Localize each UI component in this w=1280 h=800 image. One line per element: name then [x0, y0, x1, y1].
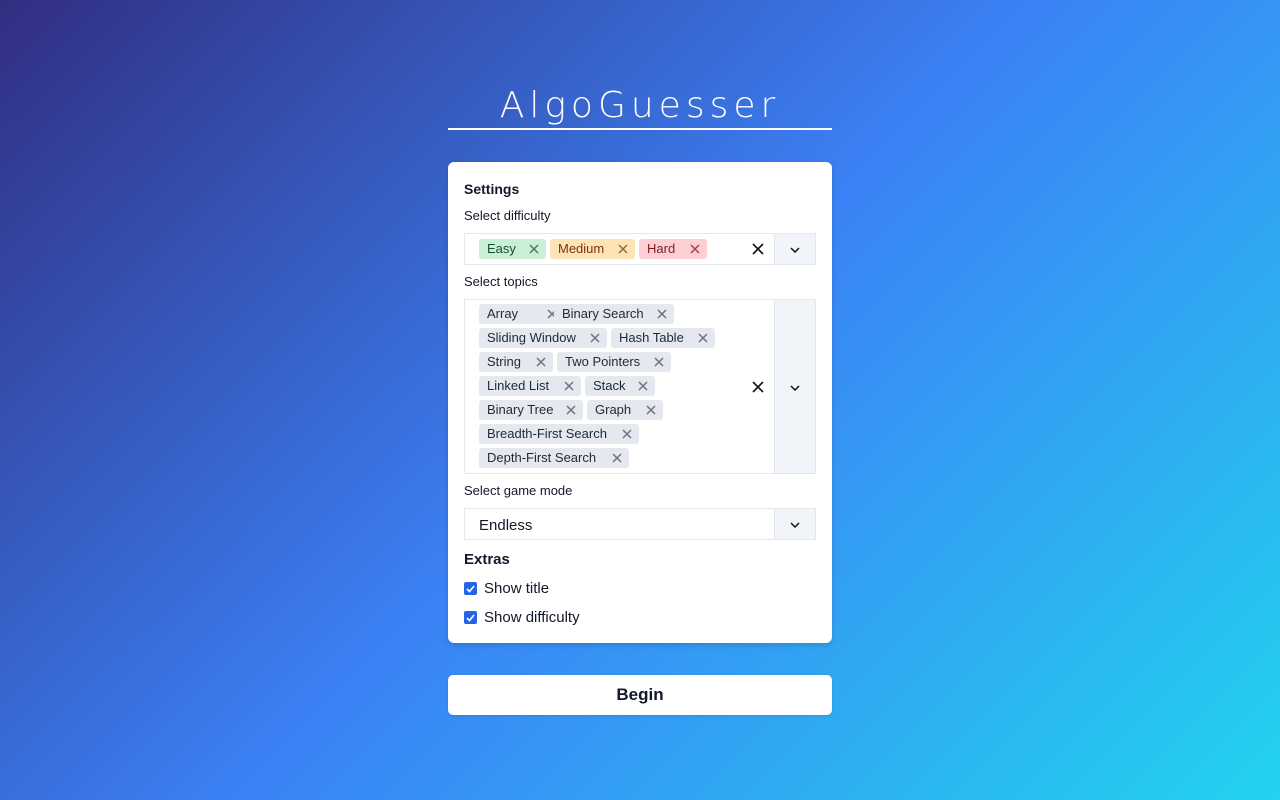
chevron-down-icon: [790, 240, 800, 258]
chip-label: Hard: [647, 241, 676, 256]
topic-chip: Sliding Window: [479, 328, 607, 348]
difficulty-chip-medium: Medium: [550, 239, 635, 259]
app-title: AlgoGuesser: [448, 84, 832, 130]
remove-topic-icon[interactable]: [631, 376, 655, 396]
chip-label: Array: [487, 306, 519, 321]
topic-chip: Depth-First Search: [479, 448, 629, 468]
chip-label: Binary Search: [562, 306, 644, 321]
game-mode-value: Endless: [479, 517, 533, 534]
difficulty-chip-easy: Easy: [479, 239, 546, 259]
difficulty-label: Select difficulty: [464, 208, 551, 223]
topic-chip: Linked List: [479, 376, 581, 396]
remove-topic-icon[interactable]: [639, 400, 663, 420]
show-title-label[interactable]: Show title: [484, 580, 549, 597]
begin-button[interactable]: Begin: [448, 675, 832, 715]
chevron-down-icon: [790, 378, 800, 396]
topic-chip: Binary Search: [554, 304, 674, 324]
chip-label: Easy: [487, 241, 516, 256]
difficulty-chip-hard: Hard: [639, 239, 707, 259]
chip-label: Linked List: [487, 378, 550, 393]
topic-chip: Array: [479, 304, 564, 324]
remove-topic-icon[interactable]: [529, 352, 553, 372]
game-mode-dropdown-button[interactable]: [774, 509, 815, 539]
topic-chip: Two Pointers: [557, 352, 671, 372]
clear-topics-icon[interactable]: [750, 379, 766, 395]
chip-label: Breadth-First Search: [487, 426, 607, 441]
remove-topic-icon[interactable]: [615, 424, 639, 444]
remove-hard-icon[interactable]: [683, 239, 707, 259]
remove-topic-icon[interactable]: [605, 448, 629, 468]
extras-heading: Extras: [464, 551, 510, 568]
clear-difficulty-icon[interactable]: [750, 241, 766, 257]
chip-label: Hash Table: [619, 330, 684, 345]
show-difficulty-label[interactable]: Show difficulty: [484, 609, 580, 626]
remove-topic-icon[interactable]: [647, 352, 671, 372]
chip-label: Binary Tree: [487, 402, 554, 417]
topics-dropdown-button[interactable]: [774, 300, 815, 473]
game-mode-label: Select game mode: [464, 483, 573, 498]
topic-chip: String: [479, 352, 553, 372]
remove-topic-icon[interactable]: [583, 328, 607, 348]
topic-chip: Hash Table: [611, 328, 715, 348]
chevron-down-icon: [790, 515, 800, 533]
settings-heading: Settings: [464, 181, 520, 197]
chip-label: Stack: [593, 378, 626, 393]
remove-topic-icon[interactable]: [557, 376, 581, 396]
chip-label: Medium: [558, 241, 605, 256]
chip-label: Graph: [595, 402, 632, 417]
remove-easy-icon[interactable]: [522, 239, 546, 259]
chip-label: String: [487, 354, 521, 369]
topic-chip: Graph: [587, 400, 663, 420]
remove-topic-icon[interactable]: [650, 304, 674, 324]
topics-select[interactable]: Array Binary Search Sliding Window Hash …: [464, 299, 816, 474]
chip-label: Sliding Window: [487, 330, 576, 345]
remove-topic-icon[interactable]: [559, 400, 583, 420]
game-mode-select[interactable]: Endless: [464, 508, 816, 540]
topic-chip: Stack: [585, 376, 655, 396]
remove-topic-icon[interactable]: [691, 328, 715, 348]
checkmark-icon: [466, 609, 475, 627]
remove-medium-icon[interactable]: [611, 239, 635, 259]
chip-label: Depth-First Search: [487, 450, 597, 465]
topic-chip: Binary Tree: [479, 400, 583, 420]
difficulty-select[interactable]: Easy Medium Hard: [464, 233, 816, 265]
show-difficulty-checkbox[interactable]: [464, 611, 477, 624]
checkmark-icon: [466, 580, 475, 598]
chip-label: Two Pointers: [565, 354, 641, 369]
topic-chip: Breadth-First Search: [479, 424, 639, 444]
show-title-checkbox[interactable]: [464, 582, 477, 595]
difficulty-dropdown-button[interactable]: [774, 234, 815, 264]
settings-card: Settings Select difficulty Easy Medium H…: [448, 162, 832, 643]
topics-label: Select topics: [464, 274, 538, 289]
